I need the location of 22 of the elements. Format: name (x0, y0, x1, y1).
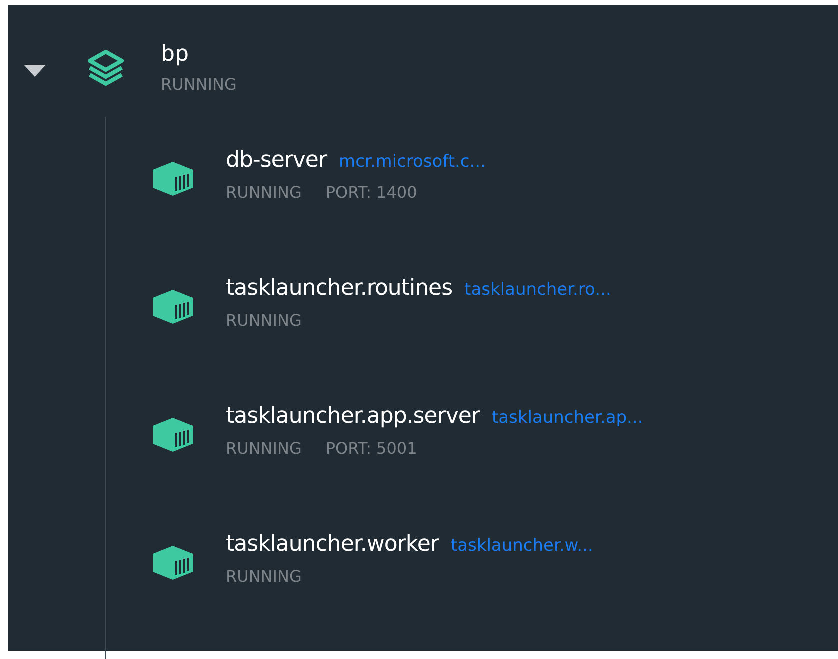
container-status: RUNNING (226, 567, 302, 587)
container-icon (152, 417, 194, 453)
container-name: db-server (226, 147, 328, 175)
stack-status: RUNNING (161, 75, 237, 95)
image-link[interactable]: tasklauncher.ro... (464, 280, 612, 300)
container-status: RUNNING (226, 439, 302, 459)
port-label: PORT: 1400 (326, 183, 418, 203)
port-label: PORT: 5001 (326, 439, 418, 459)
container-status: RUNNING (226, 183, 302, 203)
container-name: tasklauncher.routines (226, 275, 453, 303)
container-name: tasklauncher.worker (226, 531, 439, 559)
stack-icon (86, 49, 126, 87)
image-link[interactable]: tasklauncher.w... (450, 536, 594, 556)
container-name: tasklauncher.app.server (226, 403, 480, 431)
container-status: RUNNING (226, 311, 302, 331)
image-link[interactable]: mcr.microsoft.c... (339, 152, 486, 172)
container-icon (152, 289, 194, 325)
caret-icon[interactable] (24, 65, 46, 77)
container-icon (152, 545, 194, 581)
stack-name: bp (161, 41, 190, 69)
image-link[interactable]: tasklauncher.ap... (492, 408, 644, 428)
container-icon (152, 161, 194, 197)
